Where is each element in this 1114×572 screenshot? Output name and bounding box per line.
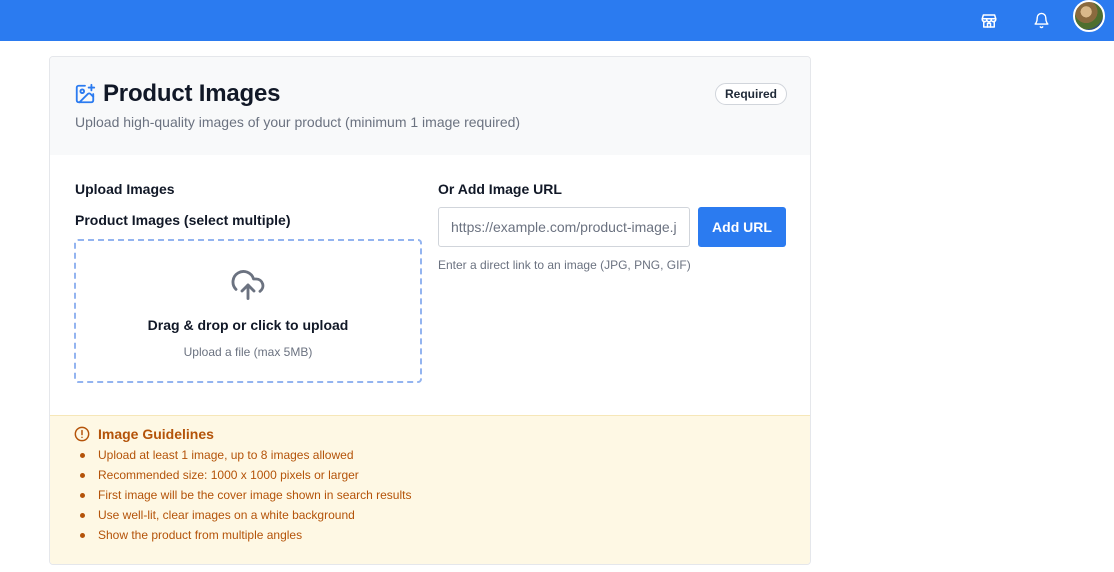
image-plus-icon	[75, 83, 96, 104]
page-title: Product Images	[103, 80, 281, 107]
bell-icon[interactable]	[1026, 0, 1056, 41]
image-url-heading: Or Add Image URL	[438, 181, 562, 197]
list-item: Upload at least 1 image, up to 8 images …	[80, 445, 411, 465]
list-item: Show the product from multiple angles	[80, 525, 411, 545]
user-avatar[interactable]	[1073, 0, 1105, 32]
add-url-button[interactable]: Add URL	[698, 207, 786, 247]
product-images-card: Product Images Upload high-quality image…	[49, 56, 811, 565]
dropzone-hint: Upload a file (max 5MB)	[183, 345, 313, 359]
image-dropzone[interactable]: Drag & drop or click to upload Upload a …	[74, 239, 422, 383]
list-item: Recommended size: 1000 x 1000 pixels or …	[80, 465, 411, 485]
upload-images-heading: Upload Images	[75, 181, 175, 197]
image-guidelines-panel: Image Guidelines Upload at least 1 image…	[50, 415, 810, 564]
card-header: Product Images Upload high-quality image…	[50, 57, 810, 155]
product-images-label: Product Images (select multiple)	[75, 212, 291, 228]
image-url-help: Enter a direct link to an image (JPG, PN…	[438, 258, 691, 272]
alert-circle-icon	[74, 426, 90, 442]
store-icon[interactable]	[974, 0, 1004, 41]
card-subtitle: Upload high-quality images of your produ…	[75, 114, 521, 130]
list-item: First image will be the cover image show…	[80, 485, 411, 505]
top-navbar	[0, 0, 1114, 41]
dropzone-title: Drag & drop or click to upload	[147, 317, 349, 333]
list-item: Use well-lit, clear images on a white ba…	[80, 505, 411, 525]
required-badge: Required	[715, 83, 787, 105]
guidelines-list: Upload at least 1 image, up to 8 images …	[80, 445, 411, 545]
image-url-input[interactable]	[438, 207, 690, 247]
guidelines-title: Image Guidelines	[98, 426, 214, 442]
cloud-upload-icon	[231, 270, 265, 300]
